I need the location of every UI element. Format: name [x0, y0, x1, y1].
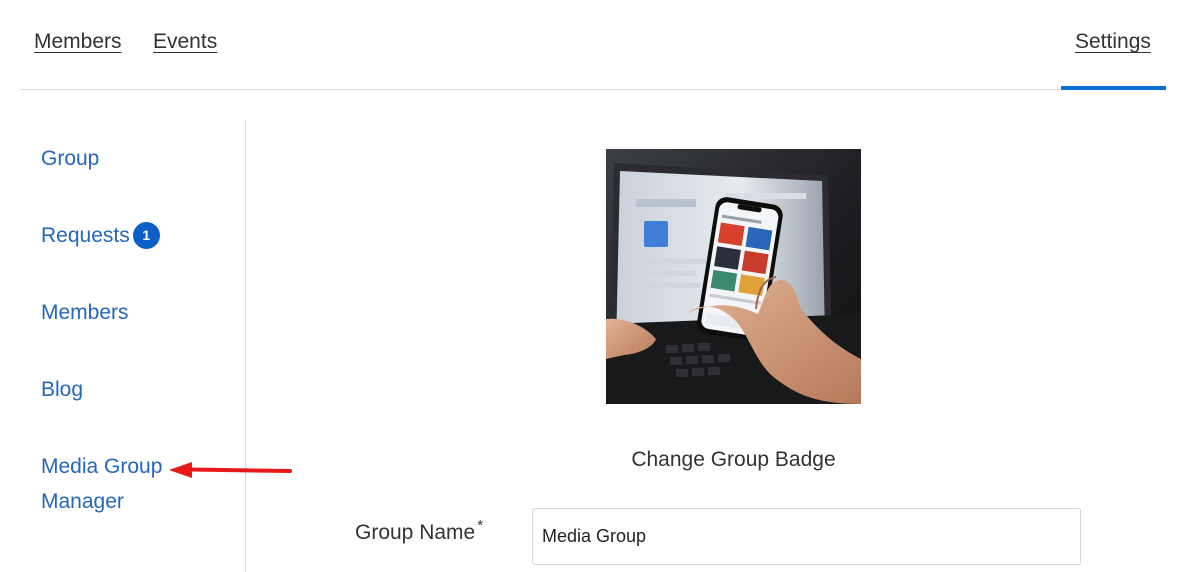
sidebar-item-members[interactable]: Members: [41, 295, 129, 330]
required-asterisk: *: [477, 517, 484, 534]
group-name-label-text: Group Name: [355, 521, 476, 544]
change-group-badge-link[interactable]: Change Group Badge: [606, 448, 861, 472]
sidebar-item-label: Requests: [41, 224, 130, 247]
sidebar-item-blog[interactable]: Blog: [41, 372, 83, 407]
active-tab-indicator: [1061, 86, 1166, 90]
sidebar-item-media-group-manager[interactable]: Media Group Manager: [41, 449, 181, 519]
group-name-field[interactable]: [532, 508, 1081, 565]
tab-members[interactable]: Members: [34, 30, 122, 54]
requests-count-badge: 1: [132, 222, 160, 249]
sidebar: Group Requests 1 Members Blog Media Group…: [0, 119, 246, 572]
tab-settings[interactable]: Settings: [1075, 30, 1151, 54]
sidebar-item-requests[interactable]: Requests 1: [41, 218, 160, 253]
tab-events[interactable]: Events: [153, 30, 217, 54]
top-nav: Members Events Settings: [20, 0, 1166, 90]
group-name-label: Group Name *: [355, 517, 483, 545]
left-arrow-icon: [169, 462, 292, 478]
group-badge-image: [606, 149, 861, 404]
sidebar-item-group[interactable]: Group: [41, 141, 99, 176]
